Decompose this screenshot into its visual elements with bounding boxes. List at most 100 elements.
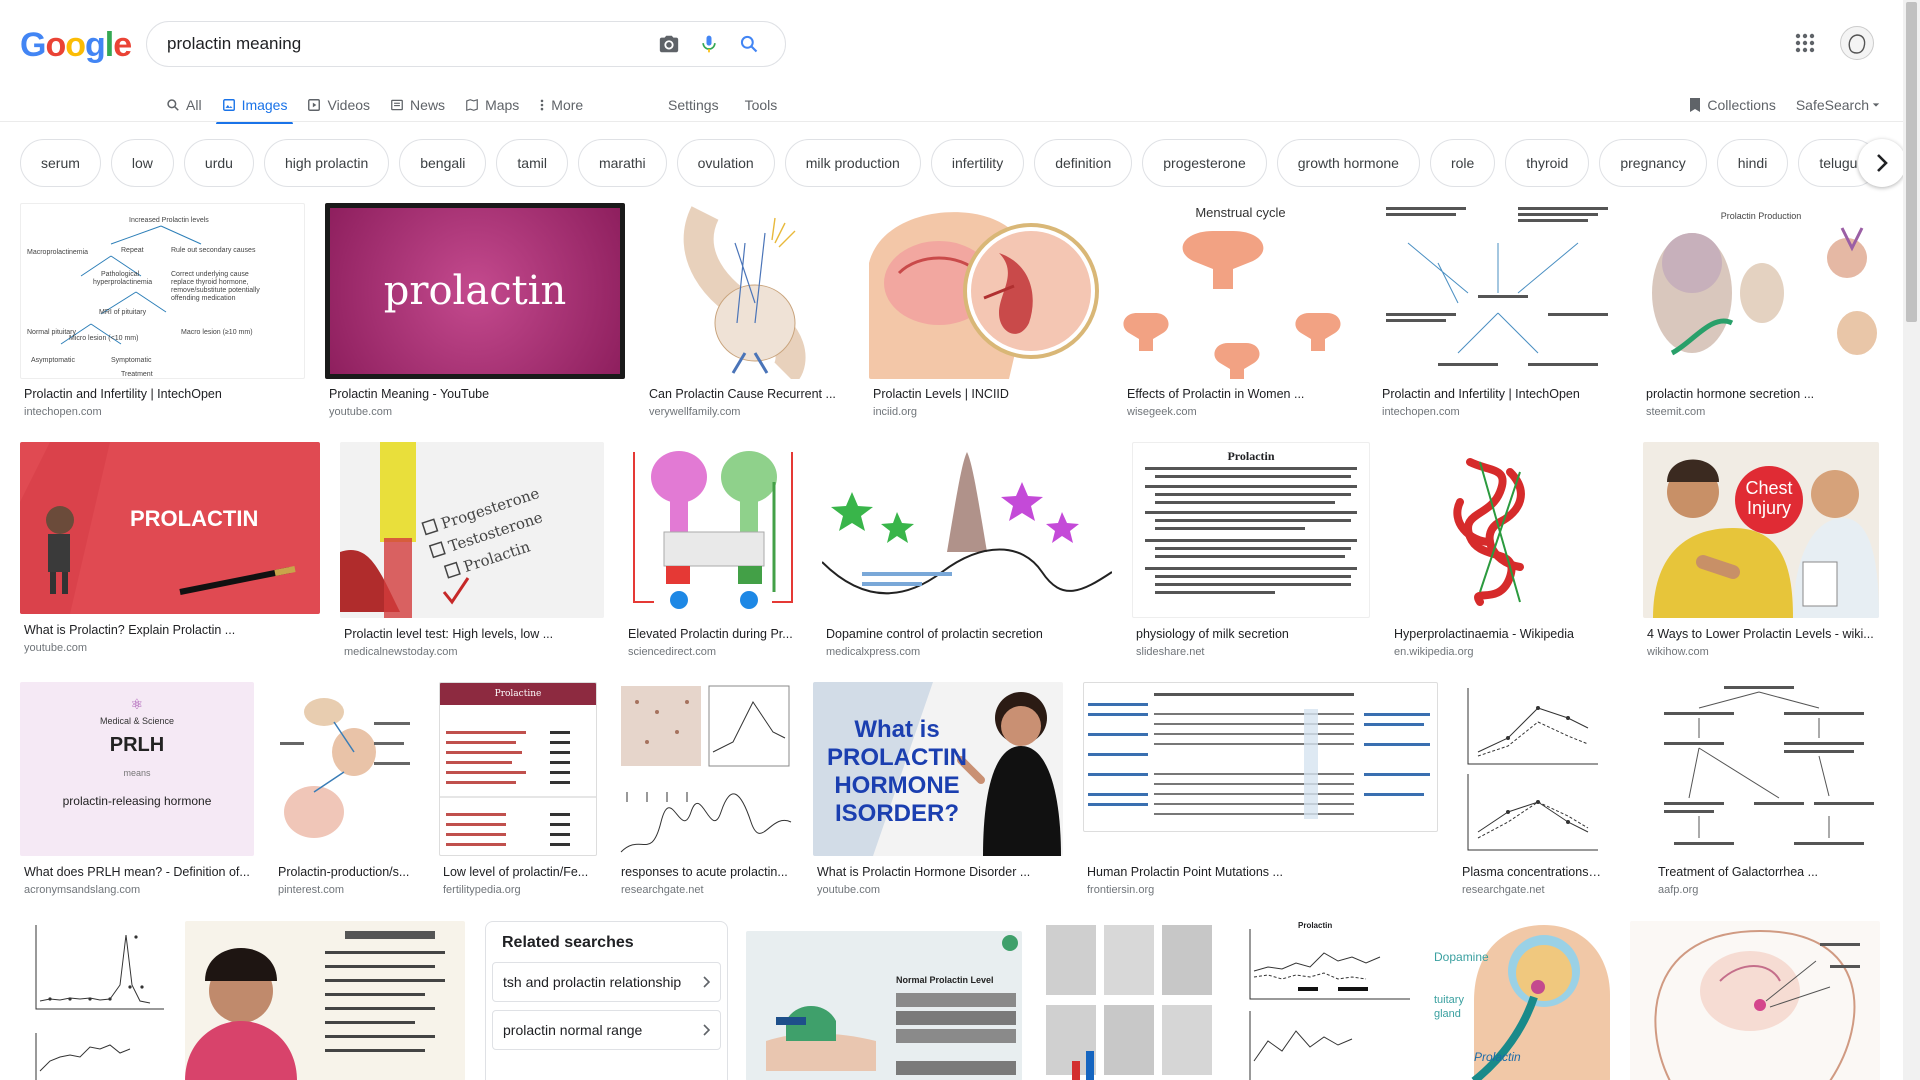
tab-more[interactable]: More [539, 88, 583, 122]
settings-link[interactable]: Settings [668, 97, 719, 113]
related-search-item[interactable]: prolactin normal range [492, 1010, 721, 1050]
chip-high-prolactin[interactable]: high prolactin [263, 139, 390, 187]
scrollbar-thumb[interactable] [1906, 2, 1917, 322]
chip-growth-hormone[interactable]: growth hormone [1276, 139, 1420, 187]
related-search-item[interactable]: tsh and prolactin relationship [492, 962, 721, 1002]
thumbnail-text: Prolactine [440, 683, 596, 705]
chip-low[interactable]: low [110, 139, 174, 187]
result-thumbnail: What is PROLACTIN HORMONE ISORDER? [813, 682, 1063, 856]
result-title[interactable]: What is Prolactin Hormone Disorder ... [817, 865, 1063, 879]
svg-text:remove/substitute potentially: remove/substitute potentially [171, 287, 260, 294]
svg-text:MRI of pituitary: MRI of pituitary [99, 309, 147, 316]
result-title[interactable]: What is Prolactin? Explain Prolactin ... [24, 623, 320, 637]
svg-text:Pathological: Pathological [101, 271, 140, 278]
result-thumbnail [617, 682, 793, 856]
result-thumbnail: Increased Prolactin levels Macroprolactin… [20, 203, 305, 379]
chip-serum[interactable]: serum [20, 139, 101, 187]
account-avatar[interactable] [1840, 26, 1874, 60]
tools-link[interactable]: Tools [745, 97, 778, 113]
result-title[interactable]: responses to acute prolactin... [621, 865, 793, 879]
result-title[interactable]: Prolactin Meaning - YouTube [329, 387, 625, 401]
result-title[interactable]: Can Prolactin Cause Recurrent ... [649, 387, 849, 401]
result-title[interactable]: Dopamine control of prolactin secretion [826, 627, 1112, 641]
safesearch-button[interactable]: SafeSearch [1796, 97, 1880, 113]
chip-milk-production[interactable]: milk production [784, 139, 921, 187]
result-thumbnail [1630, 921, 1880, 1080]
chip-bengali[interactable]: bengali [399, 139, 487, 187]
result-title[interactable]: Elevated Prolactin during Pr... [628, 627, 802, 641]
result-title[interactable]: Prolactin and Infertility | IntechOpen [24, 387, 305, 401]
bookmark-icon [1690, 98, 1701, 112]
result-title[interactable]: Low level of prolactin/Fe... [443, 865, 597, 879]
search-icon[interactable] [729, 24, 769, 64]
chip-infertility[interactable]: infertility [930, 139, 1025, 187]
result-title[interactable]: prolactin hormone secretion ... [1646, 387, 1880, 401]
result-thumbnail: Chest Injury [1643, 442, 1879, 618]
google-images-page: Google prolactin meaning All Images Vide… [0, 0, 1920, 1080]
result-thumbnail [1654, 682, 1880, 856]
thumbnail-text: prolactin [383, 268, 567, 314]
chips-next-button[interactable] [1858, 139, 1906, 187]
result-source: wisegeek.com [1127, 406, 1197, 418]
result-title[interactable]: What does PRLH mean? - Definition of... [24, 865, 254, 879]
chip-ovulation[interactable]: ovulation [676, 139, 775, 187]
result-title[interactable]: Human Prolactin Point Mutations ... [1087, 865, 1438, 879]
result-title[interactable]: Effects of Prolactin in Women ... [1127, 387, 1358, 401]
svg-text:Dopamine: Dopamine [1434, 950, 1489, 964]
svg-text:Symptomatic: Symptomatic [111, 357, 152, 364]
tab-images[interactable]: Images [215, 88, 294, 124]
tab-label: News [410, 97, 446, 113]
result-title[interactable]: Prolactin level test: High levels, low .… [344, 627, 604, 641]
svg-text:Correct underlying cause: Correct underlying cause [171, 271, 249, 278]
result-title[interactable]: Prolactin-production/s... [278, 865, 419, 879]
tab-videos[interactable]: Videos [307, 88, 370, 122]
tab-news[interactable]: News [390, 88, 445, 122]
tab-maps[interactable]: Maps [465, 88, 519, 122]
result-title[interactable]: Treatment of Galactorrhea ... [1658, 865, 1880, 879]
result-title[interactable]: Hyperprolactinaemia - Wikipedia [1394, 627, 1623, 641]
chip-progesterone[interactable]: progesterone [1142, 139, 1267, 187]
result-source: steemit.com [1646, 406, 1706, 418]
result-thumbnail: Dopamine tuitary gland Prolactin [1434, 921, 1610, 1080]
chip-role[interactable]: role [1429, 139, 1496, 187]
result-title[interactable]: 4 Ways to Lower Prolactin Levels - wiki.… [1647, 627, 1879, 641]
chip-hindi[interactable]: hindi [1716, 139, 1789, 187]
result-source: frontiersin.org [1087, 884, 1155, 896]
chip-definition[interactable]: definition [1034, 139, 1133, 187]
svg-text:Asymptomatic: Asymptomatic [31, 357, 75, 364]
tab-all[interactable]: All [166, 88, 202, 122]
search-input[interactable]: prolactin meaning [167, 34, 649, 54]
microphone-icon[interactable] [689, 24, 729, 64]
page-scrollbar[interactable] [1903, 0, 1920, 1080]
chip-pregnancy[interactable]: pregnancy [1599, 139, 1707, 187]
result-thumbnail [1390, 442, 1623, 618]
chip-thyroid[interactable]: thyroid [1505, 139, 1590, 187]
result-source: medicalxpress.com [826, 646, 921, 658]
result-source: researchgate.net [1462, 884, 1545, 896]
result-title[interactable]: Plasma concentrations of pr... [1462, 865, 1601, 879]
header-divider [0, 121, 1920, 122]
result-thumbnail: Prolactin [1132, 442, 1370, 618]
apps-grid-icon[interactable] [1793, 31, 1817, 55]
result-source: fertilitypedia.org [443, 884, 521, 896]
google-logo[interactable]: Google [20, 26, 132, 65]
chip-marathi[interactable]: marathi [577, 139, 667, 187]
result-title[interactable]: physiology of milk secretion [1136, 627, 1370, 641]
result-source: sciencedirect.com [628, 646, 717, 658]
chip-urdu[interactable]: urdu [183, 139, 254, 187]
svg-text:Increased Prolactin levels: Increased Prolactin levels [129, 217, 209, 224]
thumbnail-text: prolactin-releasing hormone [62, 794, 212, 808]
result-thumbnail: Prolactin Production [1642, 203, 1880, 379]
safesearch-label: SafeSearch [1795, 97, 1869, 113]
search-box[interactable]: prolactin meaning [146, 21, 786, 67]
result-thumbnail [869, 203, 1103, 379]
related-search-label: tsh and prolactin relationship [503, 974, 682, 990]
camera-icon[interactable] [649, 24, 689, 64]
result-thumbnail: Prolactin [1238, 921, 1414, 1080]
svg-text:offending medication: offending medication [171, 295, 236, 302]
result-title[interactable]: Prolactin Levels | INCIID [873, 387, 1103, 401]
more-dots-icon [541, 99, 544, 111]
chip-tamil[interactable]: tamil [496, 139, 568, 187]
result-title[interactable]: Prolactin and Infertility | IntechOpen [1382, 387, 1622, 401]
collections-button[interactable]: Collections [1689, 97, 1776, 113]
